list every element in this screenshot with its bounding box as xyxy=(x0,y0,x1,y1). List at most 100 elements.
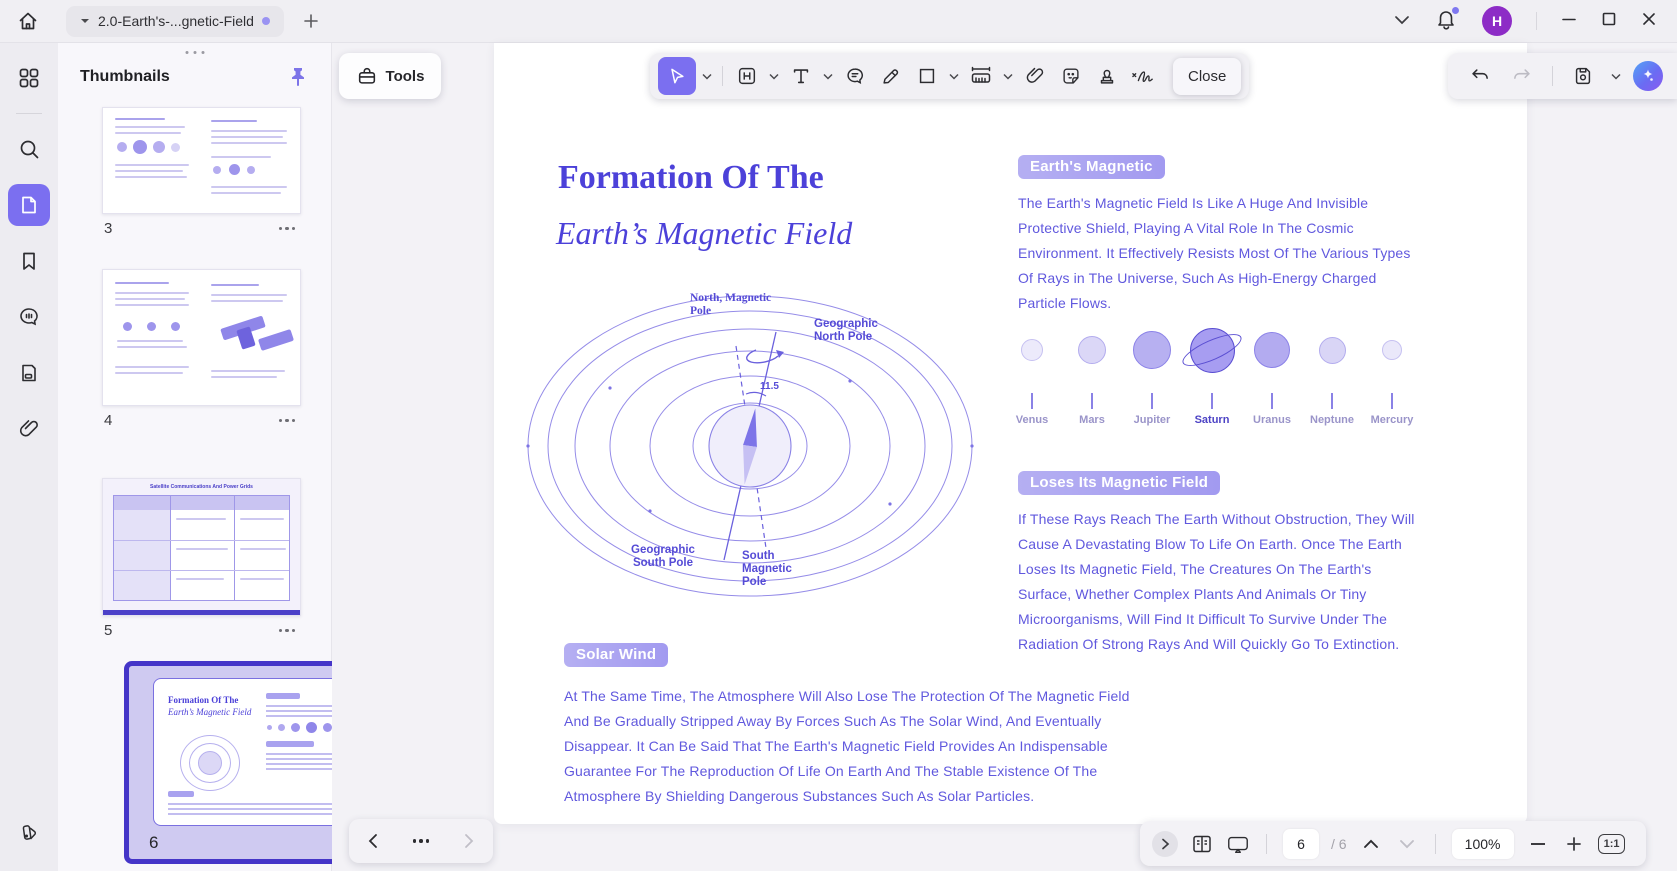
comment-tool-button[interactable] xyxy=(839,59,871,93)
collapse-toolbar-button[interactable] xyxy=(1394,12,1410,30)
measure-tool-button[interactable] xyxy=(965,59,997,93)
divider xyxy=(1552,66,1553,86)
zoom-level-input[interactable]: 100% xyxy=(1452,829,1514,859)
attach-tool-button[interactable] xyxy=(1019,59,1051,93)
planet-venus: Venus xyxy=(1006,319,1058,426)
undo-button[interactable] xyxy=(1464,59,1496,93)
page-more-button[interactable] xyxy=(275,415,300,427)
signature-tool-button[interactable] xyxy=(1127,59,1159,93)
page-3-preview[interactable] xyxy=(102,107,301,214)
sidebar-item-thumbnails[interactable] xyxy=(8,184,50,226)
zoom-in-button[interactable] xyxy=(1562,832,1586,856)
page-more-button[interactable] xyxy=(275,223,300,235)
heading-tool-dropdown[interactable] xyxy=(767,73,781,80)
save-button[interactable] xyxy=(1567,59,1599,93)
paperclip-icon xyxy=(1024,65,1046,87)
close-window-button[interactable] xyxy=(1641,11,1657,32)
redo-button[interactable] xyxy=(1506,59,1538,93)
home-button[interactable] xyxy=(8,9,48,33)
presentation-button[interactable] xyxy=(1226,832,1250,856)
sidebar-item-themes[interactable] xyxy=(8,811,50,853)
minimize-button[interactable] xyxy=(1561,11,1577,32)
sidebar-item-bookmarks[interactable] xyxy=(8,240,50,282)
redo-icon xyxy=(1511,65,1533,87)
shape-tool-button[interactable] xyxy=(911,59,943,93)
diagram-label-angle: 11.5 xyxy=(760,380,779,393)
cursor-icon xyxy=(667,66,687,86)
shape-tool-dropdown[interactable] xyxy=(947,73,961,80)
nav-more-button[interactable] xyxy=(409,835,434,847)
previous-page-button[interactable] xyxy=(361,829,385,853)
planet-label: Saturn xyxy=(1195,414,1230,426)
planet-label: Mercury xyxy=(1371,414,1414,426)
document-tab[interactable]: 2.0-Earth's-...gnetic-Field xyxy=(66,6,284,37)
page-up-button[interactable] xyxy=(1359,832,1383,856)
mini-page-title: Satellite Communications And Power Grids xyxy=(103,484,300,490)
planet-tick xyxy=(1211,393,1213,409)
planet-tick xyxy=(1331,393,1333,409)
chevron-down-icon xyxy=(702,73,712,80)
page-layout-button[interactable] xyxy=(1190,832,1214,856)
sidebar-item-search[interactable] xyxy=(8,128,50,170)
zoom-out-button[interactable] xyxy=(1526,832,1550,856)
chevron-right-icon xyxy=(1161,838,1170,850)
page-thumbnail[interactable]: 3 xyxy=(102,107,301,237)
unsaved-dot-icon xyxy=(262,17,270,25)
maximize-button[interactable] xyxy=(1601,11,1617,32)
tab-caret-icon xyxy=(80,17,90,25)
panel-drag-handle[interactable] xyxy=(185,51,204,54)
chevron-down-icon xyxy=(1394,15,1410,25)
planet-label: Uranus xyxy=(1253,414,1291,426)
new-tab-button[interactable] xyxy=(302,12,320,30)
expand-bar-button[interactable] xyxy=(1152,831,1178,857)
doc-title-line2: Earth’s Magnetic Field xyxy=(556,215,852,252)
chevron-up-icon xyxy=(1363,839,1379,849)
chevron-left-icon xyxy=(367,833,379,849)
pin-icon[interactable] xyxy=(287,65,309,89)
stamp-tool-button[interactable] xyxy=(1091,59,1123,93)
sticker-smiley-icon xyxy=(1060,65,1082,87)
page-5-preview[interactable]: Satellite Communications And Power Grids xyxy=(102,478,301,616)
divider xyxy=(722,66,723,86)
notifications-button[interactable] xyxy=(1434,7,1458,36)
comment-bubble-icon xyxy=(844,65,866,87)
page-number-input[interactable]: 6 xyxy=(1283,829,1319,859)
sidebar-item-attachments[interactable] xyxy=(8,408,50,450)
sidebar-item-comments[interactable] xyxy=(8,296,50,338)
select-tool-dropdown[interactable] xyxy=(700,73,714,80)
pencil-tool-button[interactable] xyxy=(875,59,907,93)
page-4-preview[interactable] xyxy=(102,269,301,406)
planet-circle xyxy=(1319,337,1346,364)
planet-mars: Mars xyxy=(1066,319,1118,426)
planet-circle xyxy=(1021,339,1043,361)
close-toolbar-button[interactable]: Close xyxy=(1173,58,1241,95)
tools-button[interactable]: Tools xyxy=(339,53,441,99)
text-tool-button[interactable] xyxy=(785,59,817,93)
select-tool-button[interactable] xyxy=(658,57,696,95)
annotation-toolbar: Close xyxy=(650,53,1249,99)
planet-circle xyxy=(1382,340,1402,360)
page-thumbnail[interactable]: 4 xyxy=(102,269,301,429)
view-status-bar: 6 / 6 100% 1:1 xyxy=(1140,821,1646,866)
plus-icon xyxy=(1566,836,1582,852)
sidebar-item-pages[interactable] xyxy=(8,352,50,394)
heading-tool-button[interactable] xyxy=(731,59,763,93)
page-down-button[interactable] xyxy=(1395,832,1419,856)
ai-assistant-button[interactable] xyxy=(1633,61,1663,91)
title-bar: 2.0-Earth's-...gnetic-Field H xyxy=(0,0,1677,43)
pdf-page[interactable]: Formation Of The Earth’s Magnetic Field xyxy=(494,43,1527,824)
sticker-tool-button[interactable] xyxy=(1055,59,1087,93)
sidebar-item-apps[interactable] xyxy=(8,57,50,99)
minus-icon xyxy=(1531,843,1545,845)
save-dropdown[interactable] xyxy=(1609,73,1623,80)
next-page-button[interactable] xyxy=(457,829,481,853)
save-icon xyxy=(1572,65,1594,87)
page-more-button[interactable] xyxy=(275,625,300,637)
measure-tool-dropdown[interactable] xyxy=(1001,73,1015,80)
square-icon xyxy=(916,65,938,87)
actual-size-button[interactable]: 1:1 xyxy=(1598,834,1626,854)
text-tool-dropdown[interactable] xyxy=(821,73,835,80)
page-thumbnail[interactable]: Satellite Communications And Power Grids xyxy=(102,478,301,639)
grid-icon xyxy=(17,66,41,90)
avatar[interactable]: H xyxy=(1482,6,1512,36)
